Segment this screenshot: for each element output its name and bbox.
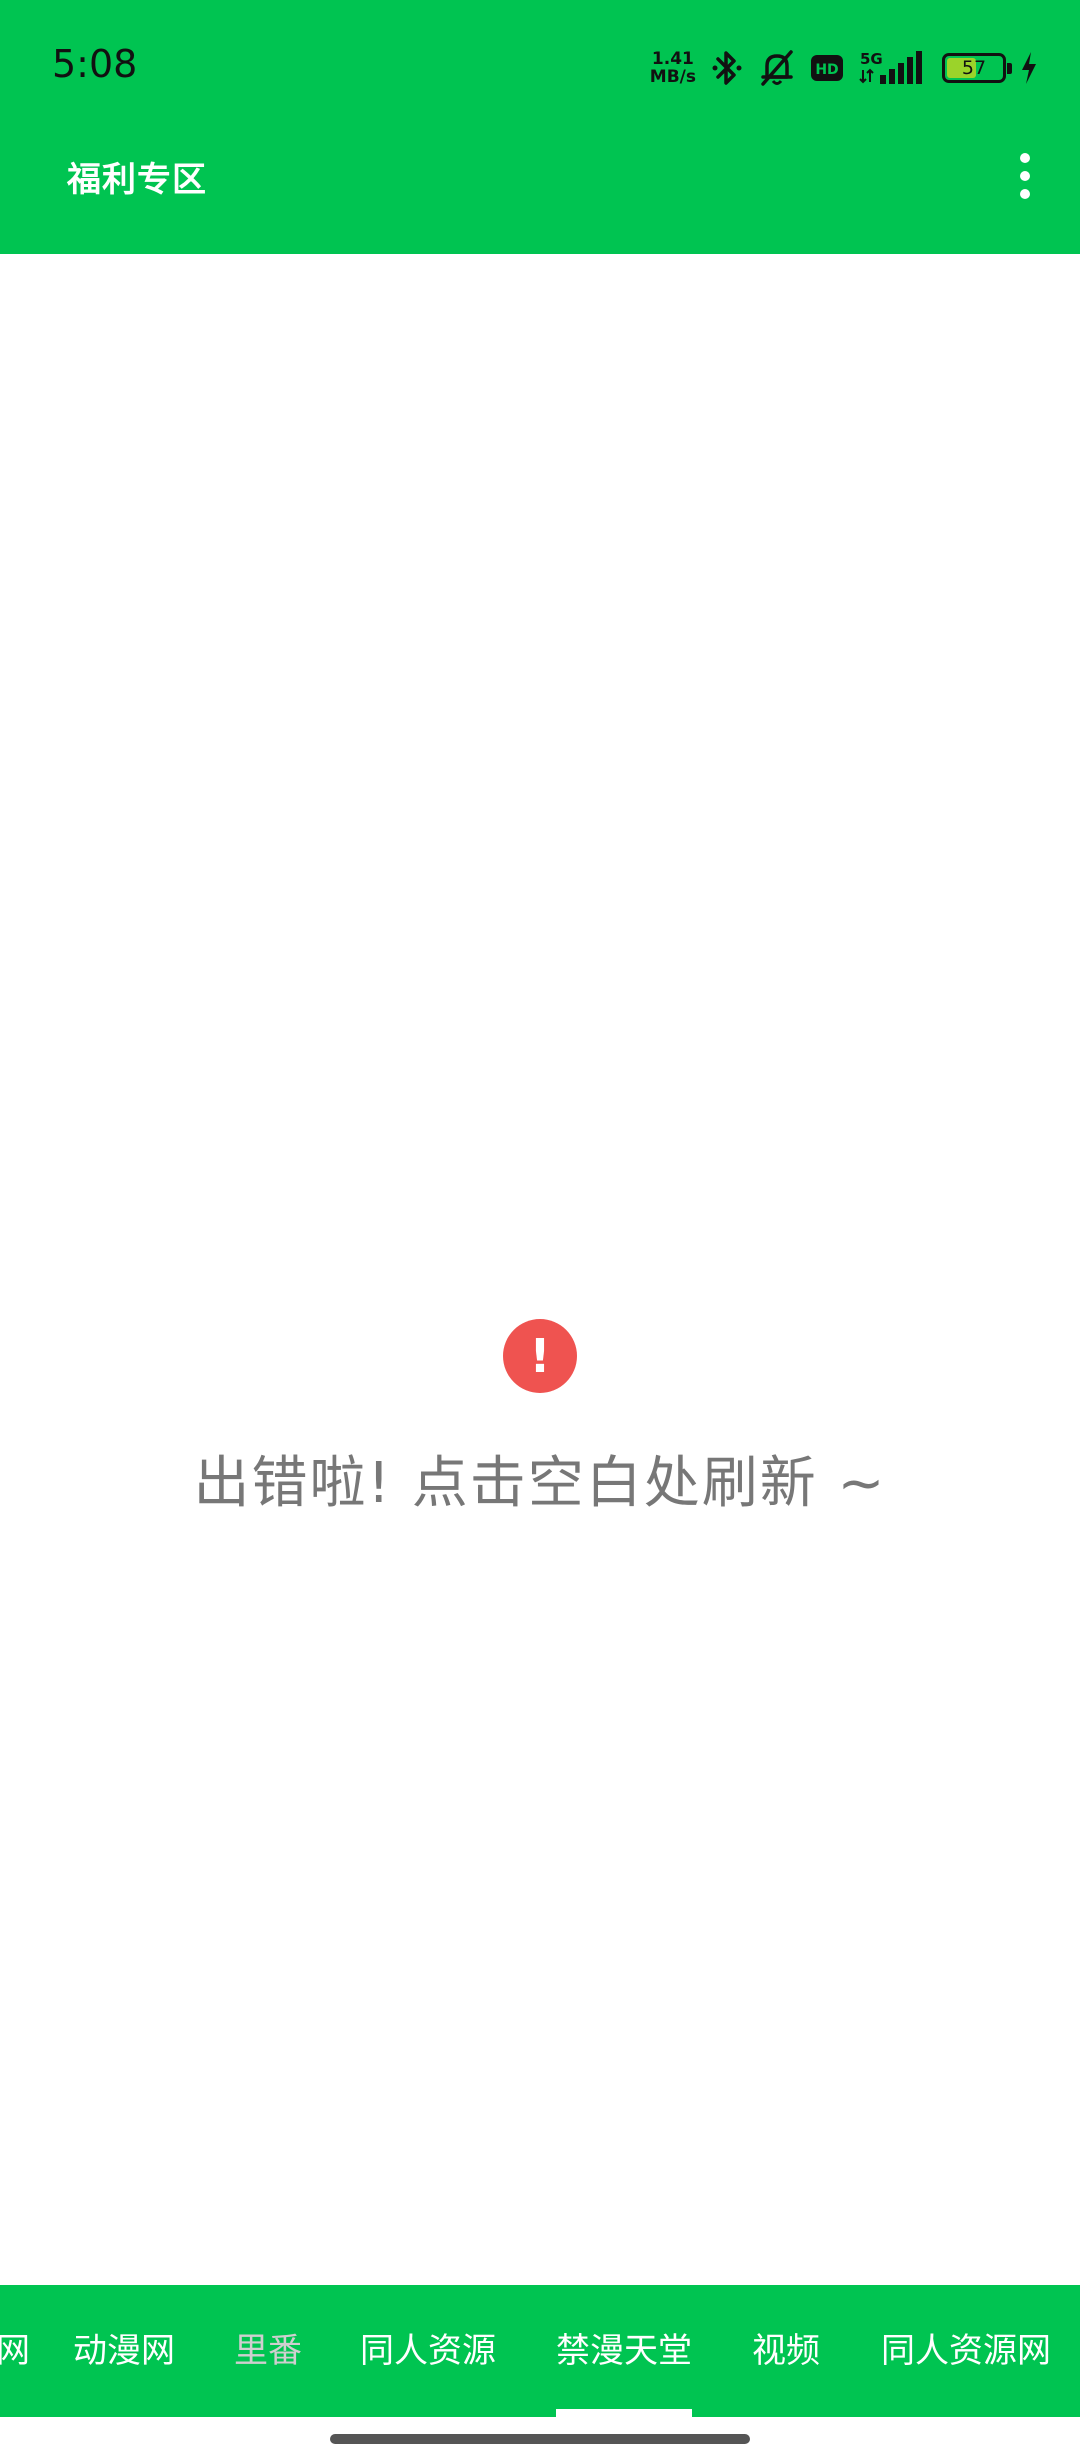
network-speed-value: 1.41: [651, 49, 694, 69]
status-icons: 1.41 MB/s HD 5G 57: [650, 46, 1038, 90]
bottom-tab-bar: 网 动漫网 里番 同人资源 禁漫天堂 视频 同人资源网: [0, 2285, 1080, 2417]
more-options-icon: [1020, 153, 1030, 163]
error-icon: !: [503, 1319, 577, 1393]
network-speed: 1.41 MB/s: [650, 50, 696, 86]
more-options-dot: [1020, 171, 1030, 181]
charging-bolt-icon: [1022, 52, 1036, 84]
hd-icon: HD: [811, 55, 843, 81]
bluetooth-icon: [712, 51, 742, 85]
hd-label: HD: [815, 62, 838, 78]
status-time: 5:08: [52, 42, 138, 86]
battery-indicator: 57: [942, 53, 1012, 83]
home-indicator[interactable]: [330, 2434, 750, 2444]
bell-muted-icon: [761, 50, 793, 86]
more-options-dot: [1020, 189, 1030, 199]
tab-jinman-tiantang[interactable]: 禁漫天堂: [556, 2285, 692, 2417]
network-type-label: 5G: [860, 50, 883, 68]
battery-level: 57: [961, 57, 987, 79]
page-title: 福利专区: [67, 160, 207, 200]
tab-doujin-resources[interactable]: 同人资源: [360, 2285, 496, 2417]
status-bar: 5:08 1.41 MB/s HD 5G 57: [0, 0, 1080, 130]
tab-partial[interactable]: 网: [0, 2285, 30, 2417]
error-refresh-area[interactable]: ! 出错啦! 点击空白处刷新 ~: [0, 1300, 1080, 1540]
tab-lifan[interactable]: 里番: [234, 2285, 302, 2417]
network-speed-unit: MB/s: [649, 67, 696, 87]
more-options-button[interactable]: [1000, 146, 1050, 206]
battery-tip: [1007, 63, 1012, 74]
selected-tab-indicator: [556, 2409, 692, 2417]
error-message: 出错啦! 点击空白处刷新 ~: [193, 1451, 887, 1516]
5g-signal-icon: 5G: [859, 50, 922, 84]
app-header: 5:08 1.41 MB/s HD 5G 57 福利专区: [0, 0, 1080, 254]
tab-anime-site[interactable]: 动漫网: [73, 2285, 175, 2417]
tab-videos[interactable]: 视频: [752, 2285, 820, 2417]
tab-doujin-resource-site[interactable]: 同人资源网: [881, 2285, 1051, 2417]
